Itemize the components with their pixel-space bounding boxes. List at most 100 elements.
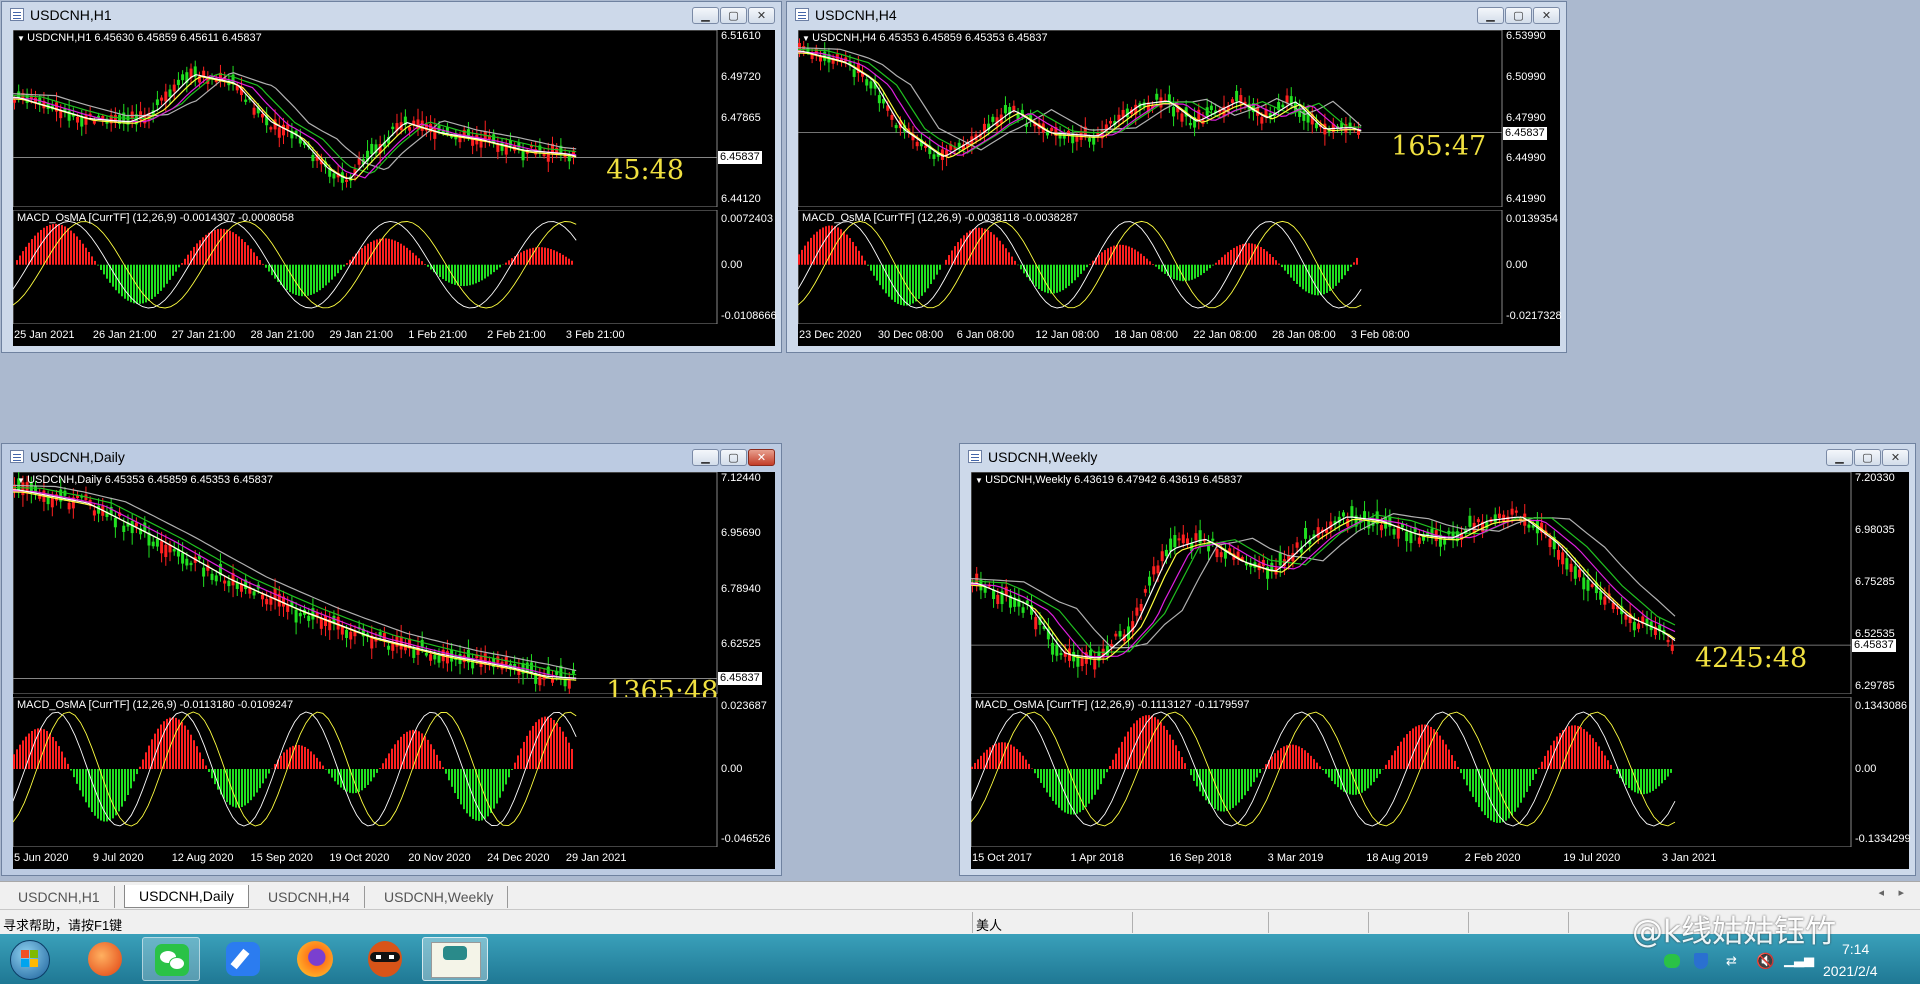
close-button[interactable]: ✕ bbox=[1533, 7, 1560, 24]
time-axis-label: 19 Oct 2020 bbox=[329, 852, 390, 864]
chart-area[interactable]: ▼ USDCNH,H1 6.45630 6.45859 6.45611 6.45… bbox=[13, 30, 777, 346]
tray-shield-icon[interactable] bbox=[1694, 953, 1708, 969]
title-bar[interactable]: USDCNH,Daily ▁ ▢ ✕ bbox=[2, 444, 781, 470]
macd-pane[interactable]: MACD_OsMA [CurrTF] (12,26,9) -0.1113127 … bbox=[971, 697, 1911, 847]
maximize-button[interactable]: ▢ bbox=[1505, 7, 1532, 24]
ninja-icon[interactable] bbox=[356, 937, 414, 981]
macd-histogram-bar bbox=[259, 769, 261, 789]
candle bbox=[957, 142, 961, 148]
tray-network-icon[interactable]: ⇄ bbox=[1726, 954, 1737, 969]
macd-histogram-bar bbox=[1290, 264, 1292, 278]
time-axis-label: 25 Jan 2021 bbox=[14, 329, 75, 341]
macd-histogram-bar bbox=[322, 765, 324, 769]
close-button[interactable]: ✕ bbox=[1882, 449, 1909, 466]
tab-usdcnh-weekly[interactable]: USDCNH,Weekly bbox=[370, 886, 509, 908]
price-pane[interactable]: ▼ USDCNH,H4 6.45353 6.45859 6.45353 6.45… bbox=[798, 30, 1560, 207]
macd-histogram-bar bbox=[1379, 769, 1381, 774]
minimize-button[interactable]: ▁ bbox=[692, 7, 719, 24]
tab-usdcnh-h1[interactable]: USDCNH,H1 bbox=[4, 886, 115, 908]
macd-histogram-bar bbox=[121, 264, 123, 297]
time-axis-label: 16 Sep 2018 bbox=[1169, 852, 1232, 864]
close-button[interactable]: ✕ bbox=[748, 7, 775, 24]
macd-histogram-bar bbox=[1086, 264, 1088, 268]
tab-usdcnh-h4[interactable]: USDCNH,H4 bbox=[254, 886, 365, 908]
price-pane[interactable]: ▼ USDCNH,H1 6.45630 6.45859 6.45611 6.45… bbox=[13, 30, 775, 207]
macd-histogram-bar bbox=[358, 250, 360, 265]
maximize-button[interactable]: ▢ bbox=[720, 449, 747, 466]
candle bbox=[336, 616, 340, 630]
macd-histogram-bar bbox=[1143, 256, 1145, 265]
chart-window-h1[interactable]: USDCNH,H1 ▁ ▢ ✕ ▼ USDCNH,H1 6.45630 6.45859 … bbox=[1, 1, 782, 353]
maximize-button[interactable]: ▢ bbox=[1854, 449, 1881, 466]
macd-histogram-bar bbox=[1287, 264, 1289, 275]
price-axis-label: 7.20330 bbox=[1855, 472, 1895, 484]
tray-volume-muted-icon[interactable]: 🔇 bbox=[1756, 952, 1775, 970]
firefox-icon[interactable] bbox=[286, 937, 344, 981]
macd-histogram-bar bbox=[295, 745, 297, 769]
price-axis-label: 6.53990 bbox=[1506, 30, 1546, 42]
chart-window-weekly[interactable]: USDCNH,Weekly ▁ ▢ ✕ ▼ USDCNH,Weekly 6.43619 … bbox=[959, 443, 1916, 876]
header-dropdown-icon[interactable]: ▼ bbox=[17, 34, 27, 43]
macd-histogram-bar bbox=[852, 241, 854, 265]
macd-histogram-bar bbox=[19, 255, 21, 265]
tab-scroll-right-icon[interactable]: ▸ bbox=[1898, 886, 1904, 899]
macd-histogram-bar bbox=[980, 755, 982, 769]
macd-histogram-bar bbox=[1257, 245, 1259, 265]
close-button[interactable]: ✕ bbox=[748, 449, 775, 466]
candle bbox=[1632, 621, 1636, 631]
macd-histogram-bar bbox=[289, 264, 291, 293]
macd-histogram-bar bbox=[103, 264, 105, 275]
macd-axis-label: -0.0217328 bbox=[1506, 310, 1562, 322]
chart-area[interactable]: ▼ USDCNH,Daily 6.45353 6.45859 6.45353 6… bbox=[13, 472, 775, 869]
macd-histogram-bar bbox=[1254, 244, 1256, 265]
macd-histogram-bar bbox=[115, 769, 117, 816]
chart-window-h4[interactable]: USDCNH,H4 ▁ ▢ ✕ ▼ USDCNH,H4 6.45353 6.45859 … bbox=[786, 1, 1567, 353]
candle bbox=[281, 124, 285, 136]
macd-histogram-bar bbox=[478, 769, 480, 821]
macd-histogram-bar bbox=[986, 749, 988, 769]
mt4-icon[interactable] bbox=[422, 937, 488, 981]
header-dropdown-icon[interactable]: ▼ bbox=[802, 34, 812, 43]
chart-area[interactable]: ▼ USDCNH,H4 6.45353 6.45859 6.45353 6.45… bbox=[798, 30, 1562, 346]
start-orb-icon[interactable] bbox=[4, 937, 54, 981]
tray-signal-icon[interactable]: ▁▃▅ bbox=[1784, 953, 1814, 968]
macd-histogram-bar bbox=[559, 253, 561, 265]
wechat-icon[interactable] bbox=[142, 937, 200, 981]
header-dropdown-icon[interactable]: ▼ bbox=[975, 476, 985, 485]
macd-histogram-bar bbox=[1511, 769, 1513, 816]
macd-histogram-bar bbox=[133, 769, 135, 782]
bar-countdown-timer: 4245:48 bbox=[1695, 643, 1808, 675]
price-pane[interactable]: ▼ USDCNH,Weekly 6.43619 6.47942 6.43619 … bbox=[971, 472, 1909, 694]
macd-histogram-bar bbox=[1235, 769, 1237, 806]
macd-histogram-bar bbox=[106, 769, 108, 822]
macd-histogram-bar bbox=[1071, 264, 1073, 284]
macd-histogram-bar bbox=[262, 263, 264, 265]
macd-histogram-bar bbox=[1352, 769, 1354, 795]
candle bbox=[1497, 513, 1501, 519]
app-icon[interactable] bbox=[76, 937, 134, 981]
minimize-button[interactable]: ▁ bbox=[692, 449, 719, 466]
pen-icon[interactable] bbox=[214, 937, 272, 981]
minimize-button[interactable]: ▁ bbox=[1477, 7, 1504, 24]
macd-histogram-bar bbox=[199, 752, 201, 769]
price-pane[interactable]: ▼ USDCNH,Daily 6.45353 6.45859 6.45353 6… bbox=[13, 472, 775, 707]
tab-usdcnh-daily[interactable]: USDCNH,Daily bbox=[124, 885, 249, 908]
title-bar[interactable]: USDCNH,Weekly ▁ ▢ ✕ bbox=[960, 444, 1915, 470]
title-bar[interactable]: USDCNH,H1 ▁ ▢ ✕ bbox=[2, 2, 781, 28]
macd-pane[interactable]: MACD_OsMA [CurrTF] (12,26,9) -0.0038118 … bbox=[798, 210, 1562, 324]
title-bar[interactable]: USDCNH,H4 ▁ ▢ ✕ bbox=[787, 2, 1566, 28]
time-axis-label: 26 Jan 21:00 bbox=[92, 329, 157, 341]
minimize-button[interactable]: ▁ bbox=[1826, 449, 1853, 466]
header-dropdown-icon[interactable]: ▼ bbox=[17, 476, 27, 485]
chart-area[interactable]: ▼ USDCNH,Weekly 6.43619 6.47942 6.43619 … bbox=[971, 472, 1911, 869]
macd-histogram-bar bbox=[508, 769, 510, 778]
macd-pane[interactable]: MACD_OsMA [CurrTF] (12,26,9) -0.0014307 … bbox=[13, 210, 777, 324]
macd-axis-label: 0.0139354 bbox=[1506, 213, 1558, 225]
maximize-button[interactable]: ▢ bbox=[720, 7, 747, 24]
tray-wechat-icon[interactable] bbox=[1664, 954, 1680, 968]
tab-scroll-left-icon[interactable]: ◂ bbox=[1878, 886, 1884, 899]
candle bbox=[172, 84, 176, 92]
macd-pane[interactable]: MACD_OsMA [CurrTF] (12,26,9) -0.0113180 … bbox=[13, 697, 775, 847]
macd-histogram-bar bbox=[73, 233, 75, 265]
chart-window-daily[interactable]: USDCNH,Daily ▁ ▢ ✕ ▼ USDCNH,Daily 6.45353 6.… bbox=[1, 443, 782, 876]
